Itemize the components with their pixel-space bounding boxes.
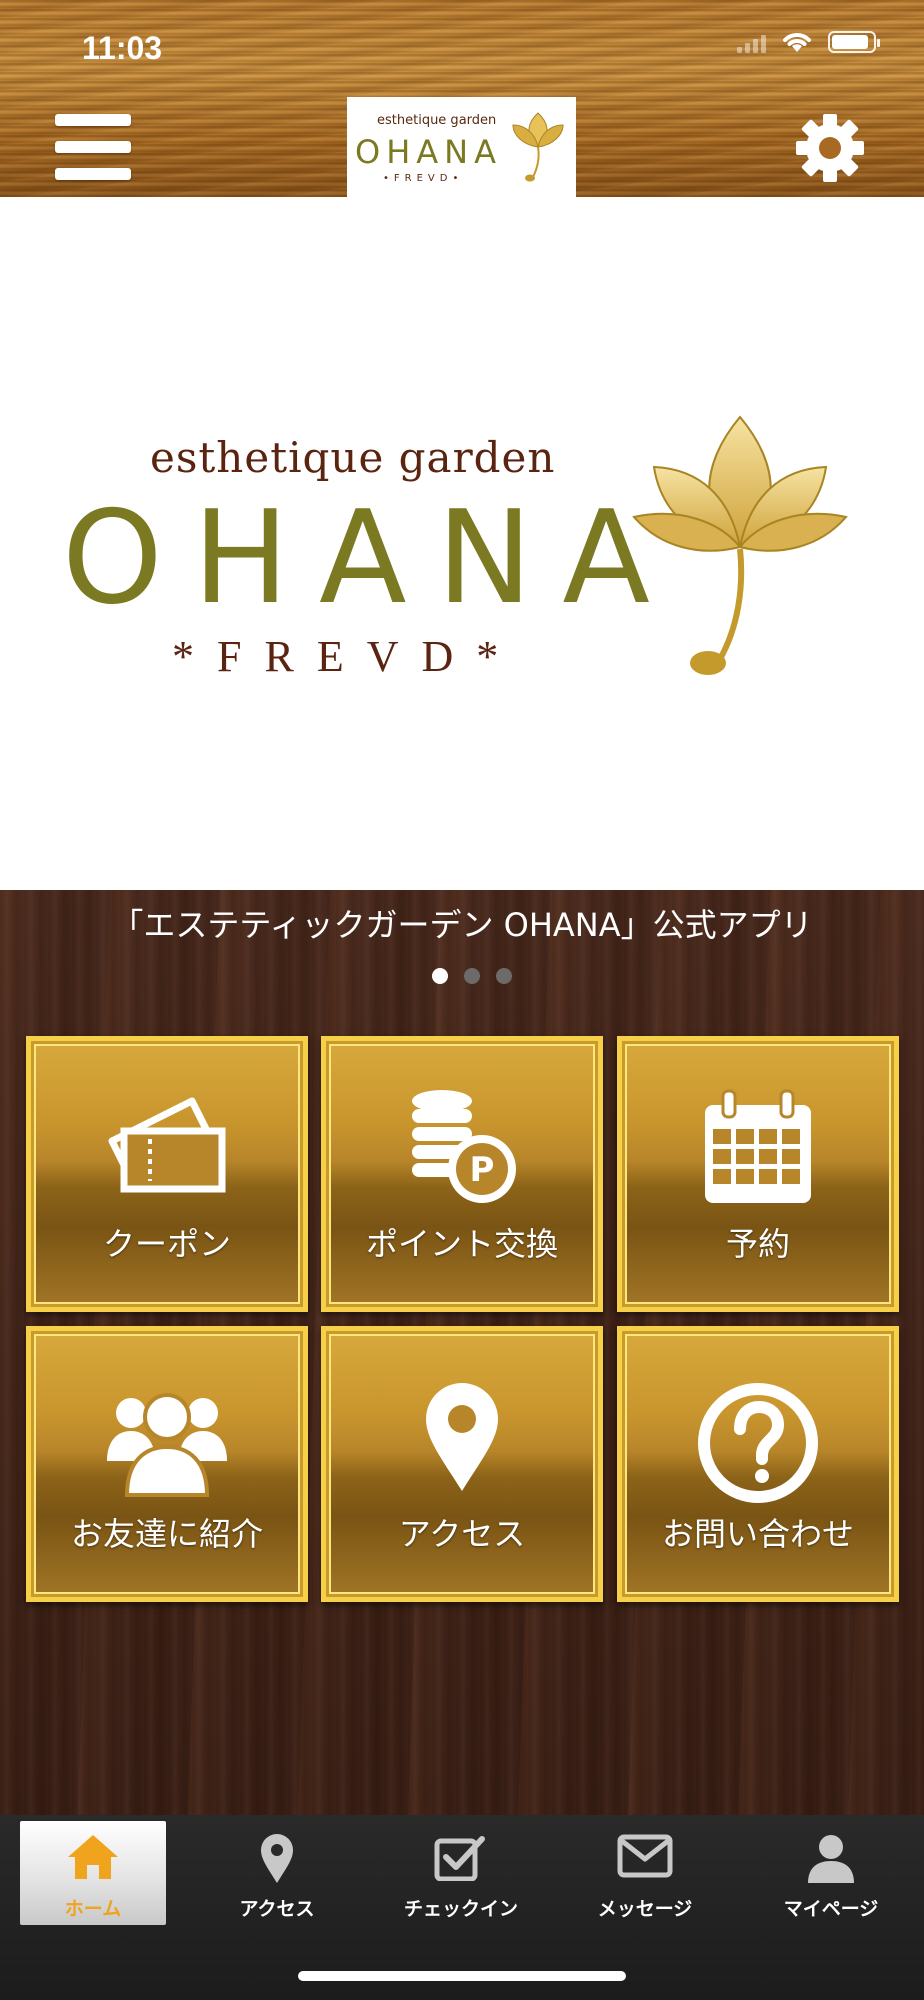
hamburger-menu-icon[interactable] [55,114,131,180]
battery-icon [828,31,880,53]
point-exchange-tile[interactable]: P ポイント交換 [321,1036,603,1312]
tile-label: アクセス [398,1515,526,1553]
tab-message[interactable]: メッセージ [572,1821,718,1925]
mail-icon [617,1834,673,1878]
contact-tile[interactable]: お問い合わせ [617,1326,899,1602]
tab-label: ホーム [64,1898,122,1920]
hero-logo-main: OHANA [62,484,680,633]
map-pin-icon [261,1834,293,1883]
tab-mypage[interactable]: マイページ [758,1821,904,1925]
wifi-icon [783,33,811,52]
svg-text:P: P [470,1150,495,1190]
tile-label: ポイント交換 [365,1225,558,1263]
tab-home[interactable]: ホーム [20,1821,166,1925]
home-indicator[interactable] [298,1971,626,1981]
carousel-dot[interactable] [496,968,512,984]
tile-label: お友達に紹介 [70,1515,263,1553]
friends-group-icon [107,1393,227,1497]
tab-label: マイページ [783,1898,879,1920]
carousel-dot[interactable] [432,968,448,984]
lotus-icon [512,112,564,182]
header-logo-sub: •FREVD• [383,173,464,184]
status-icons [737,30,880,54]
signal-icon [737,31,766,53]
checkin-icon [434,1836,485,1881]
header-logo-top: esthetique garden [377,113,497,128]
header-logo[interactable]: esthetique garden OHANA •FREVD• [347,97,576,197]
carousel-dot[interactable] [464,968,480,984]
calendar-icon [705,1089,811,1203]
hero-logo-top: esthetique garden [150,433,556,482]
tab-access[interactable]: アクセス [204,1821,350,1925]
tab-label: アクセス [239,1898,315,1920]
lotus-icon [632,415,848,675]
tab-label: メッセージ [597,1898,693,1920]
access-tile[interactable]: アクセス [321,1326,603,1602]
tile-label: お問い合わせ [661,1515,854,1553]
tile-label: クーポン [102,1225,231,1263]
coupon-ticket-icon [108,1097,226,1193]
status-time: 11:03 [82,30,163,66]
tab-label: チェックイン [403,1898,518,1920]
question-icon [698,1383,818,1503]
tile-label: 予約 [725,1225,790,1263]
app-header: 11:03 esthetique garden OHANA •FREVD• [0,0,924,197]
map-pin-icon [426,1383,498,1491]
carousel-indicator[interactable] [432,968,512,984]
user-icon [808,1835,854,1883]
header-logo-main: OHANA [355,133,502,171]
hero-banner[interactable]: esthetique garden OHANA *FREVD* [0,197,924,890]
home-icon [68,1835,118,1879]
reservation-tile[interactable]: 予約 [617,1036,899,1312]
carousel-caption: 「エステティックガーデン OHANA」公式アプリ [111,906,813,944]
point-coins-icon: P [412,1090,516,1203]
tab-checkin[interactable]: チェックイン [388,1821,534,1925]
gear-icon[interactable] [790,108,870,188]
coupon-tile[interactable]: クーポン [26,1036,308,1312]
refer-friend-tile[interactable]: お友達に紹介 [26,1326,308,1602]
hero-logo-sub: *FREVD* [172,632,522,681]
